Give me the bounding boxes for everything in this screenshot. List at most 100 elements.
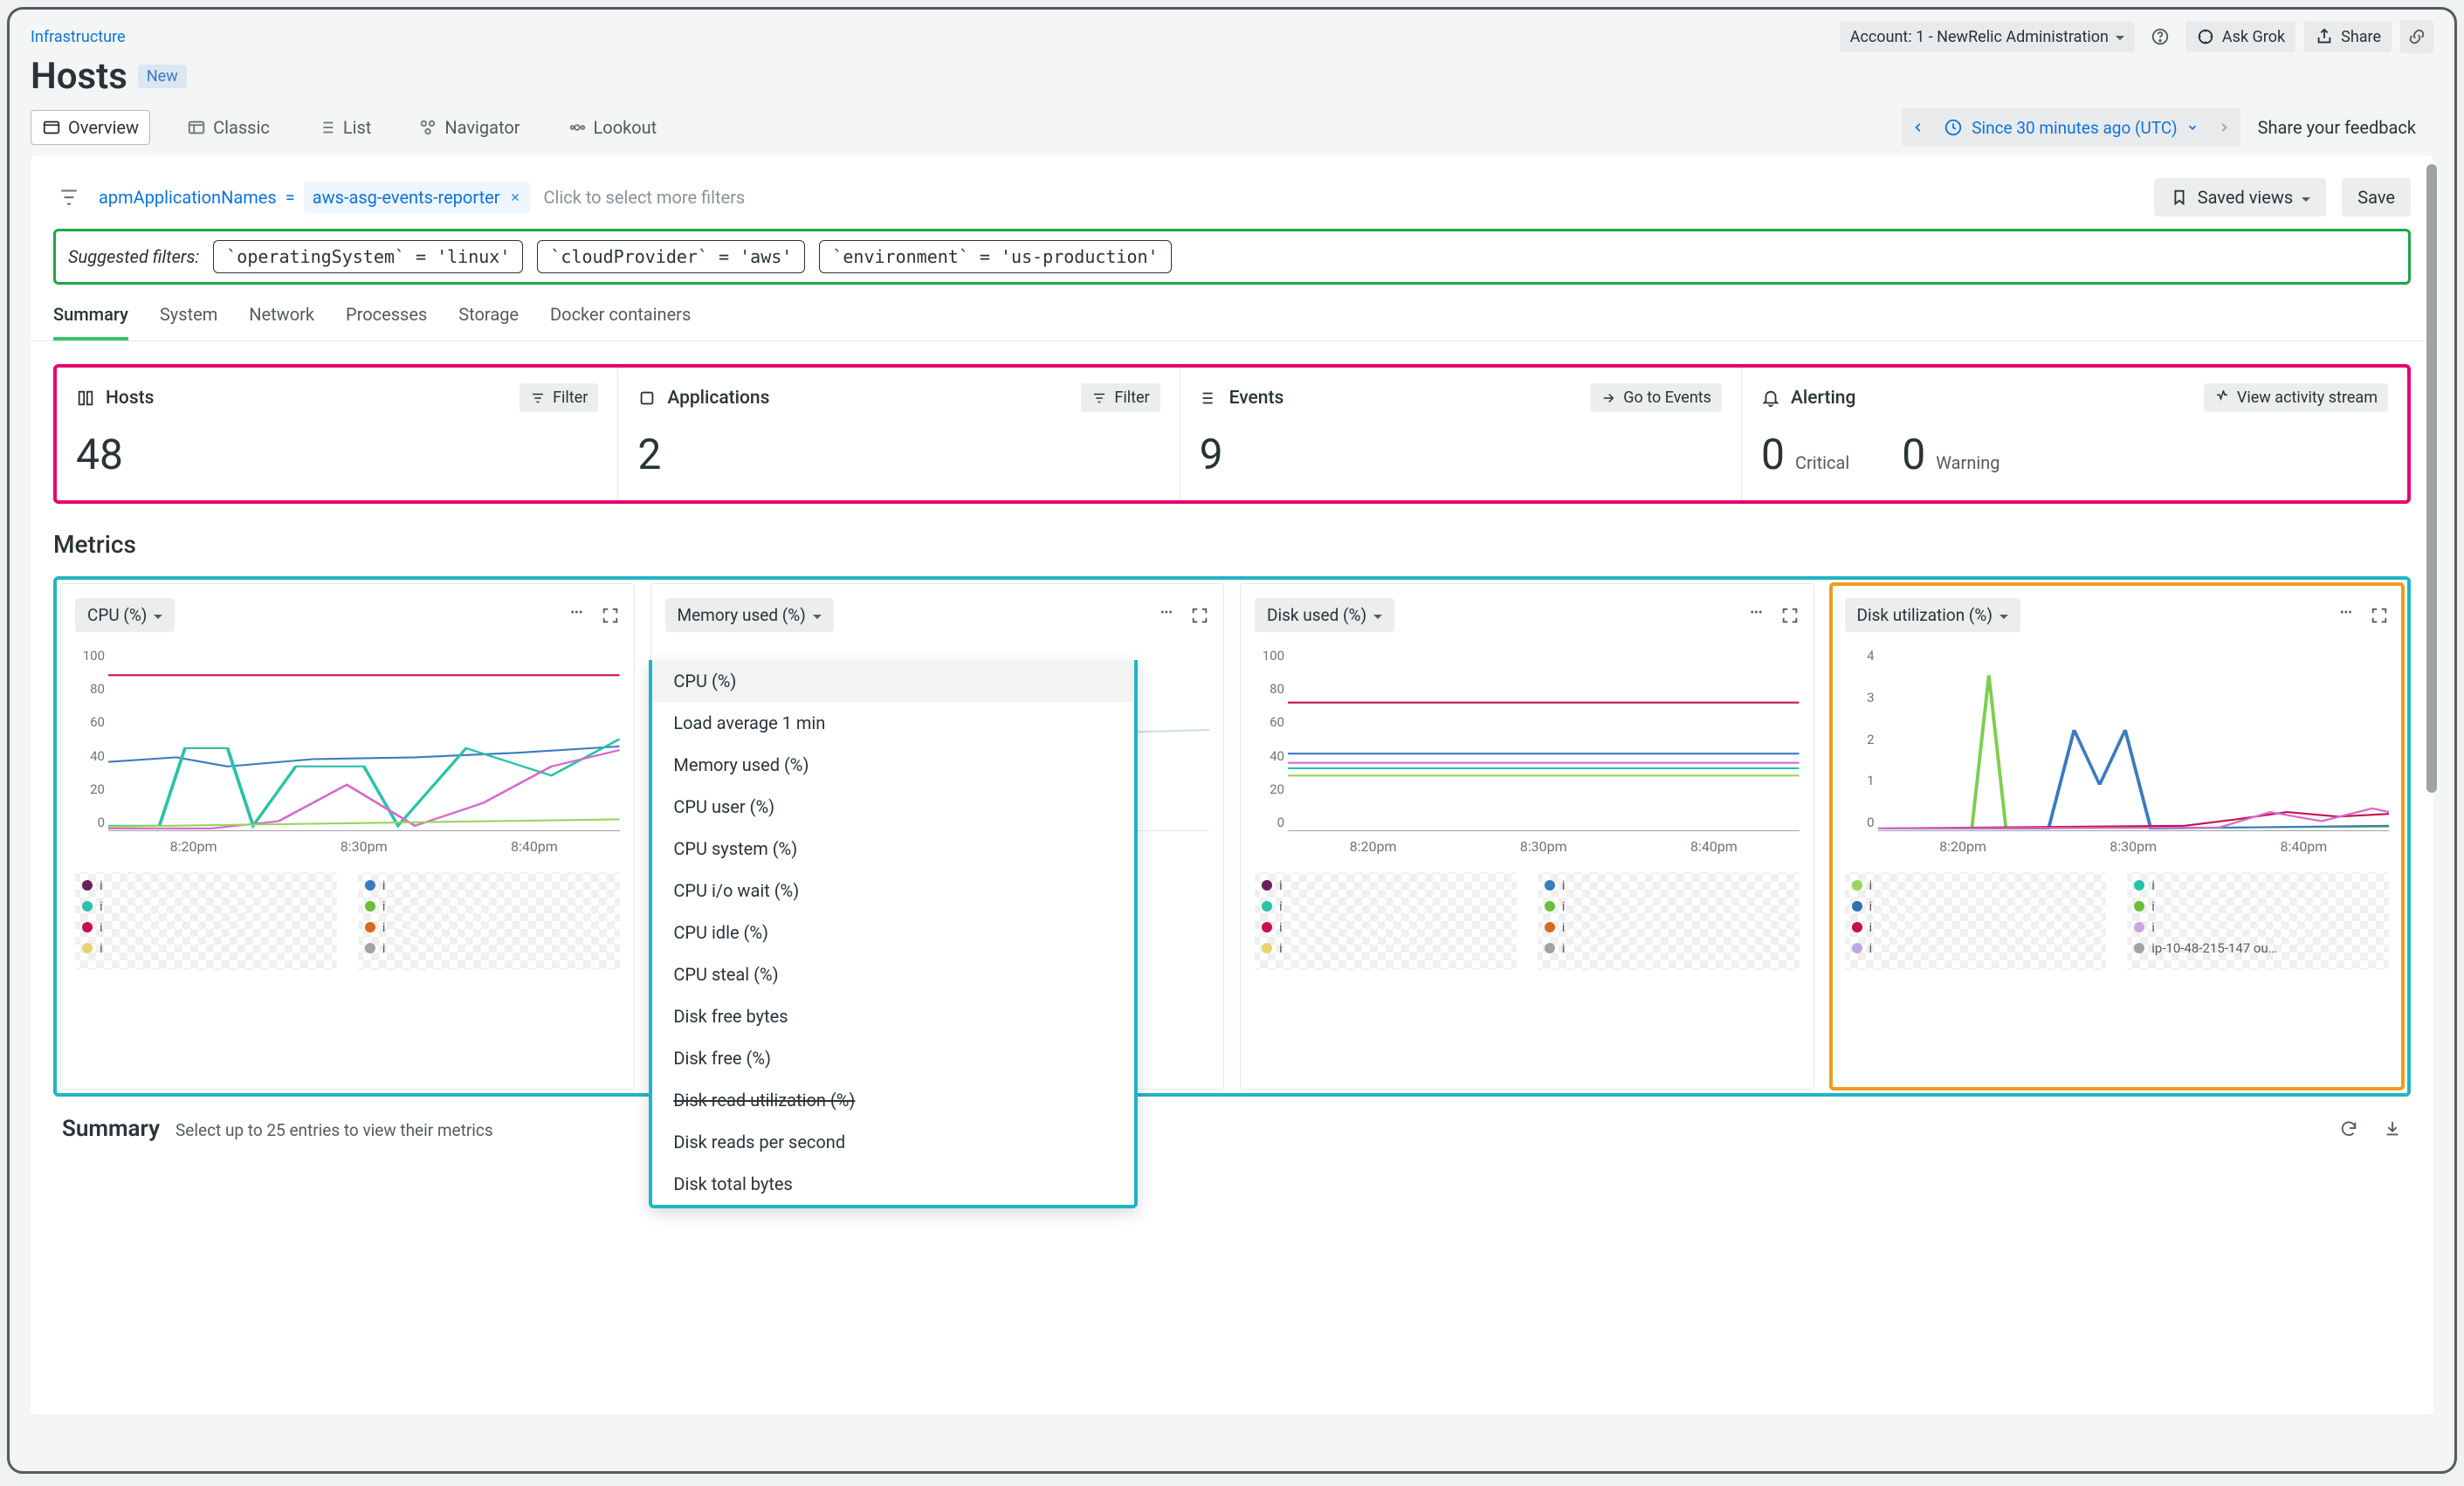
viewtab-overview-label: Overview [68, 117, 139, 138]
metric-card-disk-used: Disk used (%) ••• 100806040200 [1240, 583, 1814, 1090]
filter-token[interactable]: apmApplicationNames = aws-asg-events-rep… [99, 182, 530, 213]
metric-dd-option[interactable]: CPU i/o wait (%) [652, 870, 1134, 912]
ask-grok-button[interactable]: Ask Grok [2185, 21, 2295, 52]
close-icon[interactable] [509, 191, 521, 203]
card-events-title: Events [1229, 388, 1284, 409]
summary-section-hint: Select up to 25 entries to view their me… [176, 1120, 493, 1140]
metric-dropdown-cpu[interactable]: CPU (%) [75, 598, 175, 632]
metric-dd-option[interactable]: Disk read utilization (%) [652, 1079, 1134, 1121]
metric-dropdown-disk-used[interactable]: Disk used (%) [1255, 598, 1394, 632]
save-button[interactable]: Save [2342, 178, 2411, 217]
summary-cards-row: Hosts Filter 48 Applications Filter 2 Ev… [53, 364, 2411, 504]
viewtab-list[interactable]: List [306, 111, 382, 144]
help-icon[interactable] [2144, 20, 2177, 53]
metric-dd-option[interactable]: Disk reads per second [652, 1121, 1134, 1163]
card-apps-filter[interactable]: Filter [1081, 383, 1160, 412]
metric-dd-option[interactable]: CPU (%) [652, 660, 1134, 702]
metric-dd-option[interactable]: Memory used (%) [652, 744, 1134, 786]
suggested-chip-2[interactable]: `environment` = 'us-production' [819, 240, 1171, 273]
chevron-down-icon [813, 605, 822, 625]
new-badge: New [138, 65, 187, 88]
metric-dd-option[interactable]: Disk total bytes [652, 1163, 1134, 1205]
subtab-network[interactable]: Network [249, 304, 314, 341]
time-prev-button[interactable] [1902, 108, 1935, 147]
breadcrumb-infrastructure[interactable]: Infrastructure [31, 28, 126, 46]
subtab-system[interactable]: System [160, 304, 217, 341]
more-icon[interactable]: ••• [2340, 606, 2352, 625]
alerting-critical-value: 0 [1761, 430, 1785, 479]
card-alerting: Alerting View activity stream 0Critical … [1742, 368, 2407, 500]
card-alerting-activity-label: View activity stream [2237, 389, 2378, 407]
download-icon[interactable] [2383, 1119, 2402, 1139]
viewtab-navigator[interactable]: Navigator [408, 111, 530, 144]
expand-icon[interactable] [1190, 606, 1209, 625]
share-feedback-link[interactable]: Share your feedback [2240, 108, 2433, 147]
metric-dd-option[interactable]: CPU idle (%) [652, 912, 1134, 953]
metric-dd-option[interactable]: CPU system (%) [652, 828, 1134, 870]
viewtab-classic-label: Classic [213, 117, 270, 138]
expand-icon[interactable] [1780, 606, 1800, 625]
metric-dropdown-disk-util[interactable]: Disk utilization (%) [1845, 598, 2020, 632]
subtab-docker[interactable]: Docker containers [550, 304, 691, 341]
metric-dropdown-menu[interactable]: CPU (%)Load average 1 minMemory used (%)… [649, 660, 1138, 1208]
share-label: Share [2341, 28, 2381, 46]
suggested-filters-box: Suggested filters: `operatingSystem` = '… [53, 229, 2411, 285]
alerting-critical-label: Critical [1795, 452, 1849, 473]
filter-operator: = [286, 187, 295, 208]
metric-dd-option[interactable]: CPU user (%) [652, 786, 1134, 828]
summary-section-title: Summary [62, 1116, 160, 1142]
subtab-summary[interactable]: Summary [53, 304, 128, 341]
time-next-button[interactable] [2207, 108, 2240, 147]
card-events-goto-label: Go to Events [1623, 389, 1711, 407]
chevron-down-icon [1373, 605, 1382, 625]
arrow-right-icon [1600, 390, 1616, 406]
filter-funnel-icon [53, 186, 85, 209]
chart-disk-util-legend: iiii iiiip-10-48-215-147 ou… [1845, 872, 2390, 970]
filter-value-text: aws-asg-events-reporter [313, 187, 500, 208]
suggested-chip-1[interactable]: `cloudProvider` = 'aws' [537, 240, 805, 273]
viewtab-lookout[interactable]: Lookout [557, 111, 668, 144]
card-applications: Applications Filter 2 [618, 368, 1180, 500]
chevron-down-icon [154, 605, 162, 625]
time-picker[interactable]: Since 30 minutes ago (UTC) [1902, 108, 2240, 147]
filter-input-placeholder[interactable]: Click to select more filters [544, 187, 746, 208]
card-events-value: 9 [1200, 430, 1722, 479]
events-icon [1200, 389, 1219, 408]
metric-card-disk-util: Disk utilization (%) ••• 43210 8:2 [1830, 583, 2405, 1090]
saved-views-label: Saved views [2198, 187, 2294, 208]
metric-dd-option[interactable]: Disk free bytes [652, 995, 1134, 1037]
metric-dropdown-memory[interactable]: Memory used (%) [665, 598, 834, 632]
card-events-goto[interactable]: Go to Events [1590, 383, 1722, 412]
viewtab-classic[interactable]: Classic [176, 111, 280, 144]
subtab-storage[interactable]: Storage [458, 304, 519, 341]
expand-icon[interactable] [601, 606, 620, 625]
share-button[interactable]: Share [2304, 21, 2392, 52]
card-hosts-value: 48 [76, 430, 598, 479]
copy-link-button[interactable] [2400, 20, 2433, 53]
card-hosts: Hosts Filter 48 [57, 368, 618, 500]
metric-dd-option[interactable]: Disk free (%) [652, 1037, 1134, 1079]
ask-grok-label: Ask Grok [2222, 28, 2285, 46]
card-alerting-activity[interactable]: View activity stream [2204, 383, 2388, 412]
time-range-button[interactable]: Since 30 minutes ago (UTC) [1935, 118, 2206, 138]
bell-icon [1761, 389, 1780, 408]
more-icon[interactable]: ••• [1750, 606, 1762, 625]
account-picker[interactable]: Account: 1 - NewRelic Administration [1840, 22, 2135, 52]
filter-value-chip[interactable]: aws-asg-events-reporter [304, 182, 530, 213]
expand-icon[interactable] [2370, 606, 2389, 625]
metric-dd-option[interactable]: Load average 1 min [652, 702, 1134, 744]
metric-dd-option[interactable]: CPU steal (%) [652, 953, 1134, 995]
more-icon[interactable]: ••• [570, 606, 582, 625]
suggested-chip-0[interactable]: `operatingSystem` = 'linux' [213, 240, 523, 273]
viewtab-overview[interactable]: Overview [31, 110, 150, 145]
saved-views-button[interactable]: Saved views [2154, 178, 2327, 217]
scrollbar-vertical[interactable] [2426, 164, 2437, 793]
chevron-down-icon [2302, 187, 2310, 208]
card-hosts-filter[interactable]: Filter [520, 383, 598, 412]
more-icon[interactable]: ••• [1160, 606, 1173, 625]
apps-icon [637, 389, 657, 408]
metrics-row: CPU (%) ••• 100806040200 [53, 576, 2411, 1097]
metrics-heading: Metrics [31, 504, 2433, 568]
subtab-processes[interactable]: Processes [346, 304, 427, 341]
refresh-icon[interactable] [2339, 1119, 2358, 1139]
